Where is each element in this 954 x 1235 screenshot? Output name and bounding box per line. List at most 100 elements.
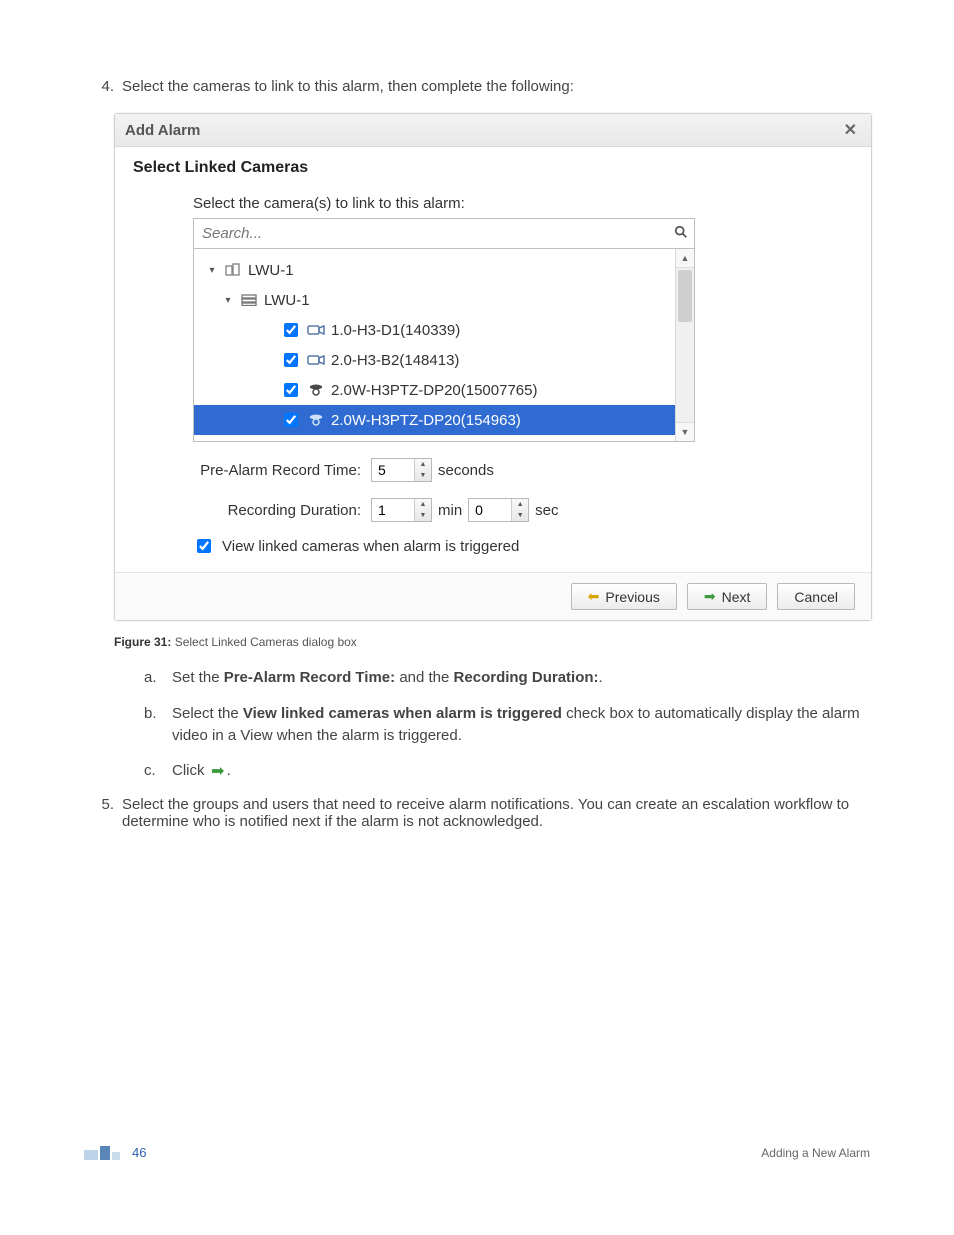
next-button-label: Next (722, 589, 751, 605)
substep-b-pre: Select the (172, 705, 243, 722)
previous-button-label: Previous (605, 589, 659, 605)
figure-caption: Figure 31: Select Linked Cameras dialog … (114, 635, 870, 649)
tree-camera-item-selected[interactable]: 2.0W-H3PTZ-DP20(154963) (194, 405, 694, 435)
recdur-label: Recording Duration: (193, 502, 361, 519)
figure-label: Figure 31: (114, 635, 171, 649)
substep-a-bold1: Pre-Alarm Record Time: (224, 669, 395, 686)
dialog-titlebar: Add Alarm ✕ (115, 114, 871, 147)
search-input[interactable] (194, 219, 668, 248)
recdur-min-input[interactable] (372, 499, 414, 521)
view-linked-row: View linked cameras when alarm is trigge… (193, 536, 853, 556)
chevron-down-icon[interactable]: ▾ (222, 295, 234, 306)
camera-checkbox[interactable] (284, 413, 298, 427)
step-4-number: 4. (84, 78, 122, 95)
camera-label: 2.0-H3-B2(148413) (331, 352, 459, 369)
camera-checkbox[interactable] (284, 383, 298, 397)
tree-root-label: LWU-1 (248, 262, 294, 279)
dialog-footer: ⬅ Previous ➡ Next Cancel (115, 572, 871, 620)
recdur-sec-spinner: ▲ ▼ (468, 498, 529, 522)
arrow-left-icon: ⬅ (588, 588, 600, 605)
recdur-row: Recording Duration: ▲ ▼ min ▲ ▼ (193, 498, 853, 522)
camera-label: 2.0W-H3PTZ-DP20(15007765) (331, 382, 537, 399)
prealarm-spinner: ▲ ▼ (371, 458, 432, 482)
camera-icon (307, 323, 325, 337)
ptz-camera-icon (307, 383, 325, 397)
substep-a-mid: and the (395, 669, 453, 686)
recdur-sec-unit: sec (535, 502, 558, 519)
recdur-min-unit: min (438, 502, 462, 519)
next-arrow-icon: ➡ (209, 764, 227, 778)
footer-right: Adding a New Alarm (761, 1146, 870, 1160)
tree-camera-item[interactable]: 2.0W-H3PTZ-DP20(15007765) (202, 375, 676, 405)
tree-group-label: LWU-1 (264, 292, 310, 309)
substep-c: c. Click ➡. (144, 760, 870, 782)
camera-tree: ▲ ▼ ▾ LWU-1 (193, 249, 695, 442)
step-5-text: Select the groups and users that need to… (122, 796, 870, 830)
substep-a-pre: Set the (172, 669, 224, 686)
recdur-sec-input[interactable] (469, 499, 511, 521)
footer-left: 46 (84, 1145, 146, 1160)
page-footer: 46 Adding a New Alarm (0, 1145, 954, 1180)
view-linked-checkbox[interactable] (197, 539, 211, 553)
camera-icon (307, 353, 325, 367)
spinner-up-icon[interactable]: ▲ (415, 459, 431, 470)
next-button[interactable]: ➡ Next (687, 583, 768, 610)
cancel-button-label: Cancel (794, 589, 838, 605)
scroll-thumb[interactable] (678, 270, 692, 322)
tree-camera-item[interactable]: 1.0-H3-D1(140339) (202, 315, 676, 345)
substep-b-bold: View linked cameras when alarm is trigge… (243, 705, 562, 722)
spinner-up-icon[interactable]: ▲ (512, 499, 528, 510)
search-row (193, 218, 695, 249)
camera-checkbox[interactable] (284, 323, 298, 337)
view-linked-label: View linked cameras when alarm is trigge… (222, 538, 519, 555)
substep-c-pre: Click (172, 762, 209, 779)
dialog-title: Add Alarm (125, 122, 200, 139)
substep-b-marker: b. (144, 703, 172, 747)
spinner-down-icon[interactable]: ▼ (415, 510, 431, 521)
prealarm-input[interactable] (372, 459, 414, 481)
cancel-button[interactable]: Cancel (777, 583, 855, 610)
brand-icon (84, 1146, 120, 1160)
tree-camera-item[interactable]: 2.0-H3-B2(148413) (202, 345, 676, 375)
arrow-right-icon: ➡ (704, 588, 716, 605)
spinner-down-icon[interactable]: ▼ (415, 470, 431, 481)
add-alarm-dialog: Add Alarm ✕ Select Linked Cameras Select… (114, 113, 872, 621)
server-icon (240, 293, 258, 307)
tree-root[interactable]: ▾ LWU-1 (202, 255, 676, 285)
substep-a: a. Set the Pre-Alarm Record Time: and th… (144, 667, 870, 689)
substep-b: b. Select the View linked cameras when a… (144, 703, 870, 747)
scroll-down-icon[interactable]: ▼ (676, 422, 694, 441)
prealarm-row: Pre-Alarm Record Time: ▲ ▼ seconds (193, 458, 853, 482)
tree-group[interactable]: ▾ LWU-1 (202, 285, 676, 315)
site-icon (224, 263, 242, 277)
camera-label: 1.0-H3-D1(140339) (331, 322, 460, 339)
substeps: a. Set the Pre-Alarm Record Time: and th… (144, 667, 870, 782)
previous-button[interactable]: ⬅ Previous (571, 583, 677, 610)
recdur-min-spinner: ▲ ▼ (371, 498, 432, 522)
prealarm-label: Pre-Alarm Record Time: (193, 462, 361, 479)
spinner-up-icon[interactable]: ▲ (415, 499, 431, 510)
substep-c-post: . (227, 762, 231, 779)
spinner-down-icon[interactable]: ▼ (512, 510, 528, 521)
camera-checkbox[interactable] (284, 353, 298, 367)
substep-c-marker: c. (144, 760, 172, 782)
camera-label: 2.0W-H3PTZ-DP20(154963) (331, 412, 521, 429)
figure-text: Select Linked Cameras dialog box (175, 635, 357, 649)
dialog-section-title: Select Linked Cameras (133, 159, 853, 177)
step-5: 5. Select the groups and users that need… (84, 796, 870, 830)
ptz-camera-icon (307, 413, 325, 427)
dialog-instruction: Select the camera(s) to link to this ala… (193, 195, 853, 212)
tree-scrollbar[interactable]: ▲ ▼ (675, 249, 694, 441)
substep-a-post: . (599, 669, 603, 686)
substep-a-bold2: Recording Duration: (454, 669, 599, 686)
prealarm-unit: seconds (438, 462, 494, 479)
chevron-down-icon[interactable]: ▾ (206, 265, 218, 276)
search-icon[interactable] (668, 225, 694, 242)
page-number: 46 (132, 1145, 146, 1160)
step-5-number: 5. (84, 796, 122, 830)
scroll-up-icon[interactable]: ▲ (676, 249, 694, 268)
substep-a-marker: a. (144, 667, 172, 689)
step-4-text: Select the cameras to link to this alarm… (122, 78, 870, 95)
step-4: 4. Select the cameras to link to this al… (84, 78, 870, 95)
close-icon[interactable]: ✕ (840, 120, 861, 140)
